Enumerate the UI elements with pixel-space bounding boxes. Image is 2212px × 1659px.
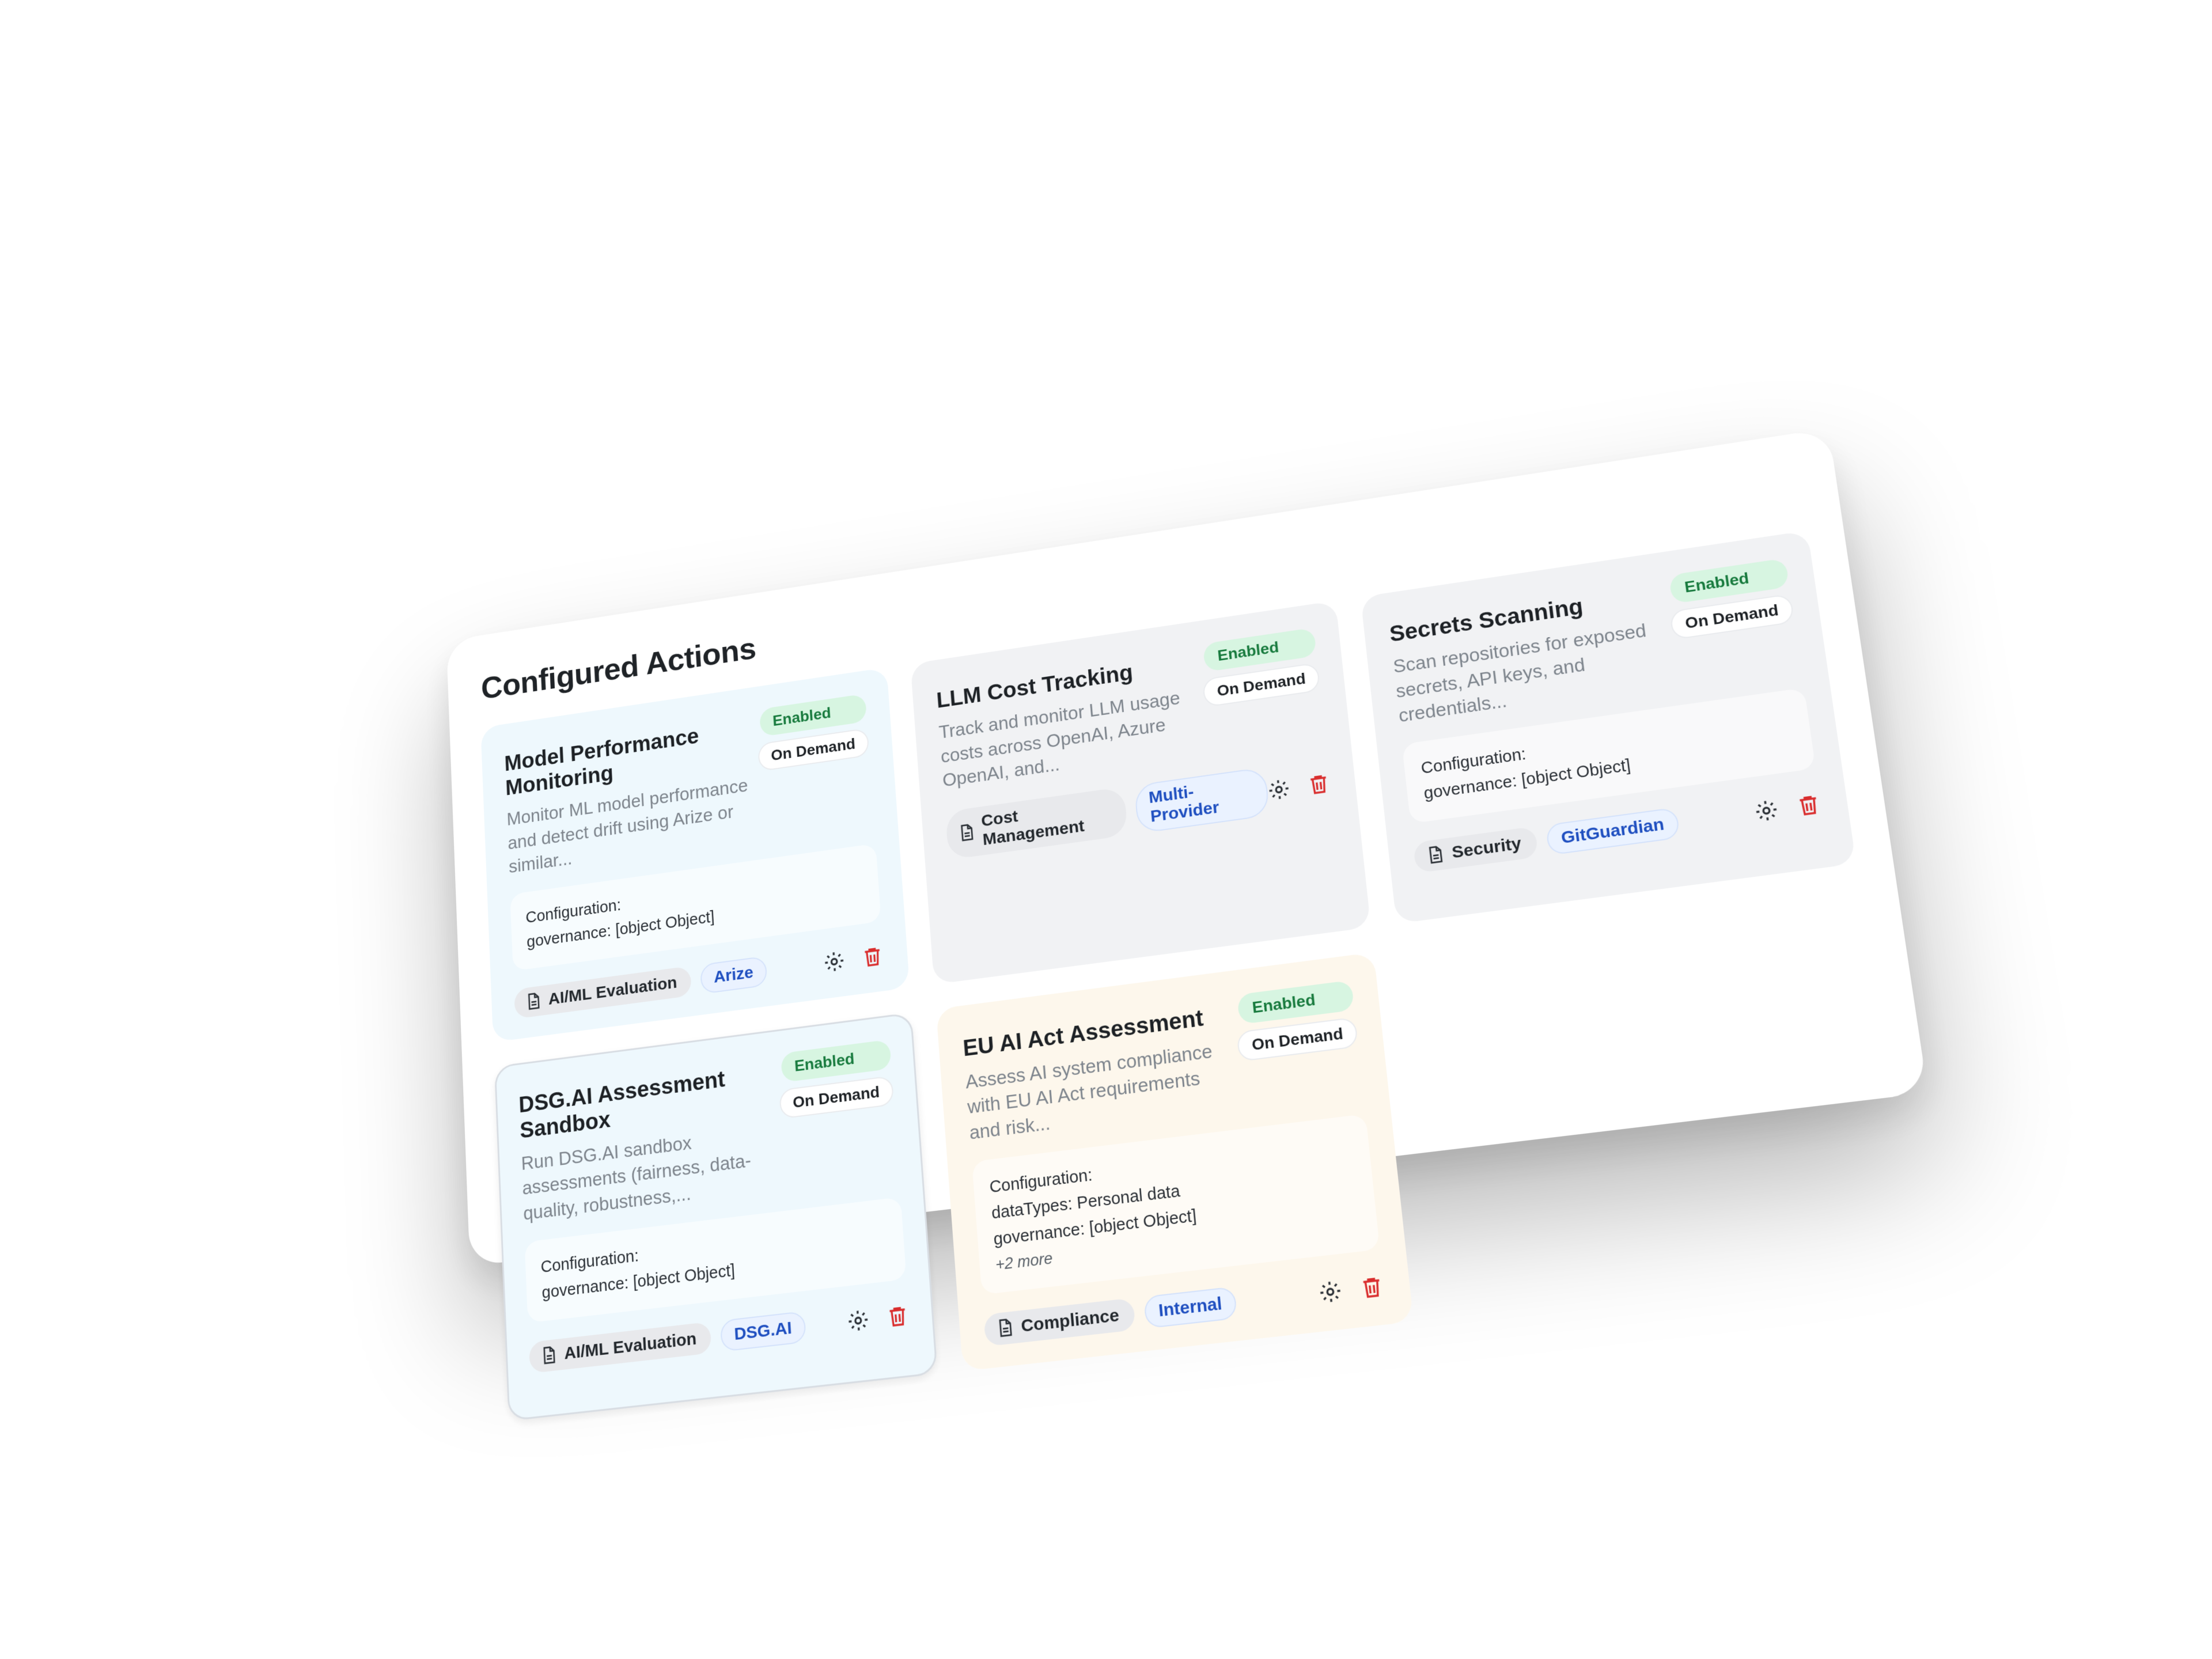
gear-icon[interactable]: [846, 1308, 870, 1334]
configured-actions-panel: Configured Actions Model Performance Mon…: [446, 428, 1928, 1422]
document-icon: [1425, 844, 1446, 866]
category-label: Cost Management: [980, 806, 1085, 849]
provider-tag: Internal: [1143, 1286, 1238, 1329]
category-tag: Compliance: [983, 1297, 1136, 1347]
trash-icon[interactable]: [861, 944, 884, 969]
provider-tag: Arize: [700, 955, 768, 994]
document-icon: [540, 1345, 558, 1366]
category-tag: AI/ML Evaluation: [528, 1321, 712, 1374]
provider-tag: Multi-Provider: [1134, 766, 1271, 834]
provider-tag: DSG.AI: [719, 1310, 806, 1352]
action-card-eu-ai-act[interactable]: EU AI Act Assessment Assess AI system co…: [935, 952, 1414, 1372]
status-badge: Enabled: [1237, 979, 1355, 1025]
action-card-secrets-scanning[interactable]: Secrets Scanning Scan repositories for e…: [1361, 530, 1857, 924]
gear-icon[interactable]: [1267, 777, 1291, 802]
trash-icon[interactable]: [1359, 1274, 1385, 1300]
gear-icon[interactable]: [1317, 1278, 1343, 1305]
stage: Configured Actions Model Performance Mon…: [0, 0, 2212, 1659]
document-icon: [957, 823, 976, 844]
action-card-dsg-sandbox[interactable]: DSG.AI Assessment Sandbox Run DSG.AI san…: [494, 1012, 938, 1422]
category-tag: Cost Management: [945, 786, 1128, 860]
category-tag: AI/ML Evaluation: [514, 965, 692, 1019]
document-icon: [995, 1317, 1015, 1339]
config-box: Configuration: dataTypes: Personal data …: [971, 1113, 1380, 1295]
schedule-badge: On Demand: [778, 1075, 894, 1119]
category-label: AI/ML Evaluation: [548, 973, 678, 1009]
gear-icon[interactable]: [823, 949, 846, 974]
trash-icon[interactable]: [885, 1303, 910, 1329]
schedule-badge: On Demand: [1236, 1016, 1359, 1062]
gear-icon[interactable]: [1753, 797, 1780, 823]
action-card-model-performance[interactable]: Model Performance Monitoring Monitor ML …: [480, 667, 910, 1042]
category-label: Compliance: [1020, 1305, 1120, 1336]
category-label: Security: [1450, 834, 1522, 862]
document-icon: [525, 991, 543, 1012]
trash-icon[interactable]: [1795, 791, 1823, 818]
category-label: AI/ML Evaluation: [563, 1329, 698, 1363]
action-card-llm-cost[interactable]: LLM Cost Tracking Track and monitor LLM …: [910, 600, 1372, 984]
category-tag: Security: [1412, 825, 1539, 873]
status-badge: Enabled: [780, 1039, 892, 1082]
trash-icon[interactable]: [1306, 771, 1332, 797]
provider-tag: GitGuardian: [1545, 806, 1681, 855]
